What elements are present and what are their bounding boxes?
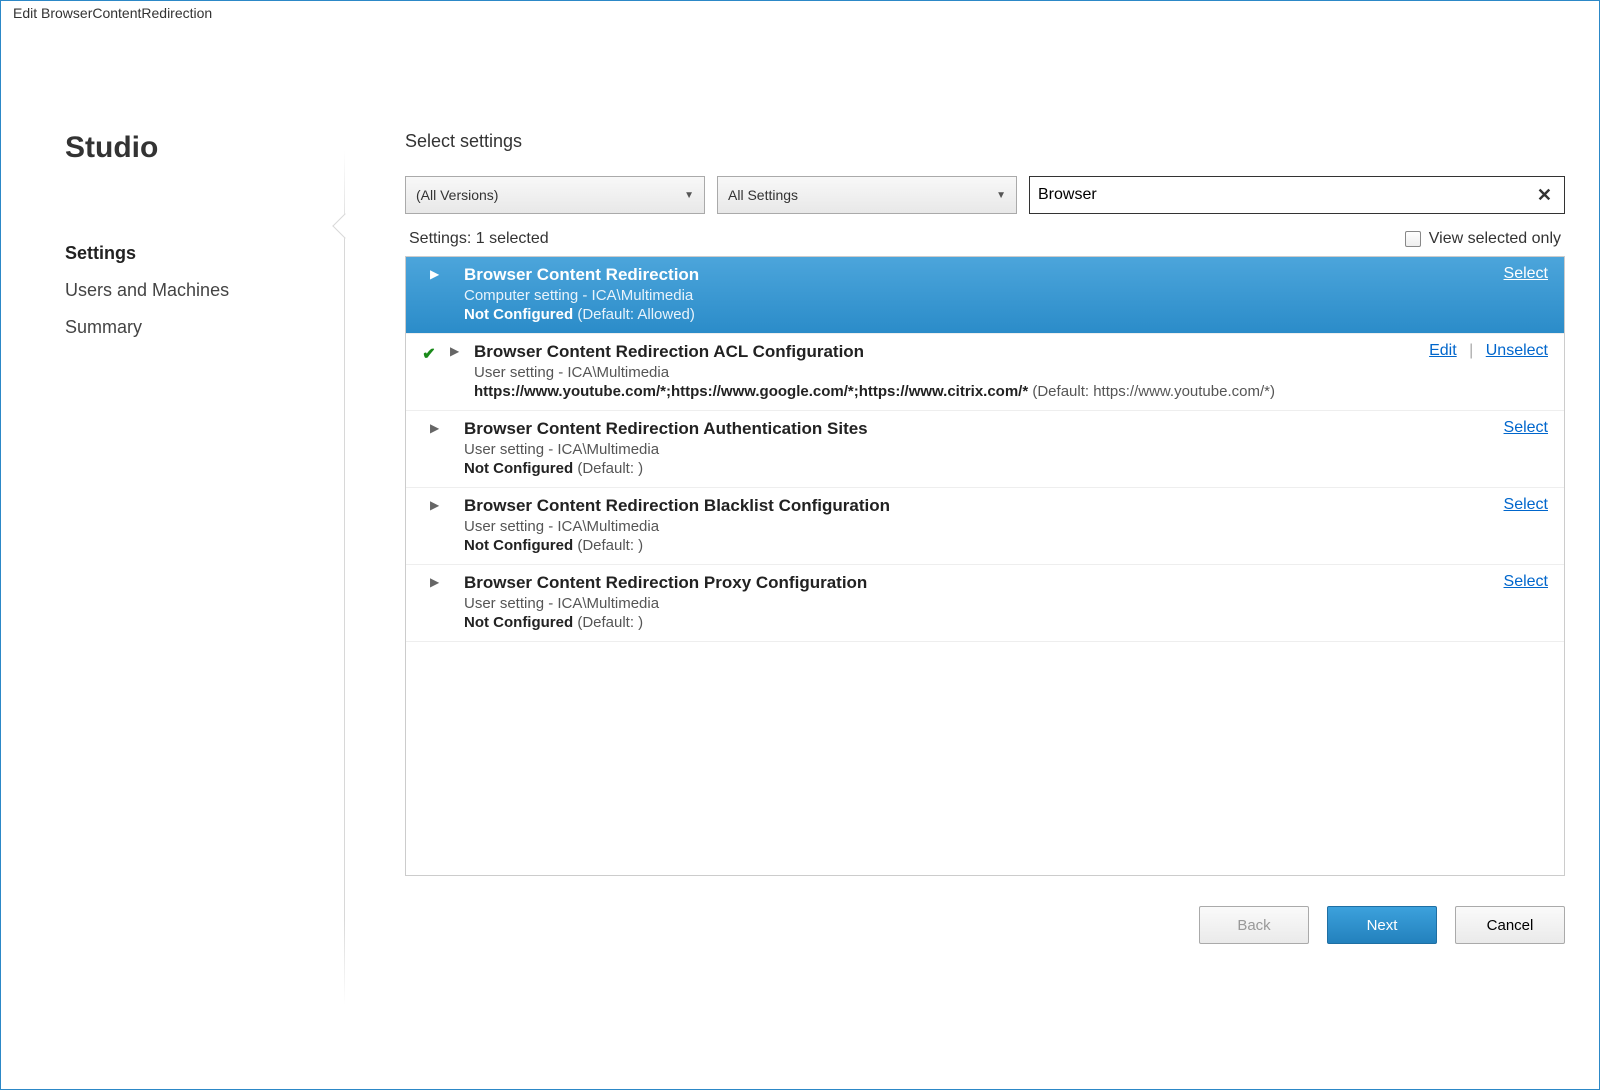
setting-action-edit[interactable]: Edit [1429, 342, 1457, 359]
setting-action-select[interactable]: Select [1504, 496, 1548, 513]
setting-meta: User setting - ICA\Multimedia [474, 364, 1550, 381]
setting-actions: Edit | Unselect [1429, 342, 1548, 360]
setting-status-default: (Default: Allowed) [573, 306, 695, 323]
expand-icon[interactable]: ▶ [430, 575, 444, 589]
setting-status-default: (Default: ) [573, 614, 643, 631]
setting-actions: Select [1504, 573, 1548, 591]
expand-icon[interactable]: ▶ [430, 267, 444, 281]
section-title: Select settings [405, 131, 1565, 152]
setting-status-value: Not Configured [464, 306, 573, 323]
setting-body: Browser Content Redirection Computer set… [464, 265, 1550, 323]
status-row: Settings: 1 selected View selected only [405, 230, 1565, 248]
scope-dropdown-label: All Settings [728, 187, 798, 203]
setting-status: Not Configured (Default: ) [464, 460, 1550, 477]
brand-title: Studio [65, 131, 345, 165]
next-button[interactable]: Next [1327, 906, 1437, 944]
expand-icon[interactable]: ▶ [450, 344, 464, 358]
dialog-window: Edit BrowserContentRedirection Studio Se… [0, 0, 1600, 1090]
sidebar-item-users-machines[interactable]: Users and Machines [65, 272, 345, 309]
setting-title: Browser Content Redirection [464, 265, 1550, 285]
settings-count-label: Settings: [409, 230, 471, 247]
settings-count: Settings: 1 selected [409, 230, 549, 248]
setting-status: Not Configured (Default: ) [464, 614, 1550, 631]
expand-icon[interactable]: ▶ [430, 498, 444, 512]
view-selected-only-toggle[interactable]: View selected only [1405, 230, 1561, 248]
sidebar-item-summary[interactable]: Summary [65, 309, 345, 346]
back-button[interactable]: Back [1199, 906, 1309, 944]
search-input[interactable] [1038, 186, 1533, 204]
setting-row[interactable]: ▶ Browser Content Redirection Proxy Conf… [406, 565, 1564, 642]
content-area: Studio Settings Users and Machines Summa… [1, 31, 1599, 1089]
button-row: Back Next Cancel [405, 876, 1565, 944]
sidebar-item-settings[interactable]: Settings [65, 235, 345, 272]
checkbox-icon [1405, 231, 1421, 247]
chevron-down-icon: ▼ [996, 190, 1006, 201]
sidebar: Studio Settings Users and Machines Summa… [25, 31, 345, 1065]
setting-title: Browser Content Redirection Proxy Config… [464, 573, 1550, 593]
setting-status-value: https://www.youtube.com/*;https://www.go… [474, 383, 1028, 400]
sidebar-divider [344, 151, 345, 1005]
setting-status-default: (Default: ) [573, 460, 643, 477]
setting-status-value: Not Configured [464, 537, 573, 554]
setting-row[interactable]: ▶ Browser Content Redirection Authentica… [406, 411, 1564, 488]
setting-body: Browser Content Redirection Authenticati… [464, 419, 1550, 477]
setting-action-select[interactable]: Select [1504, 419, 1548, 436]
setting-actions: Select [1504, 496, 1548, 514]
setting-meta: User setting - ICA\Multimedia [464, 441, 1550, 458]
setting-status: Not Configured (Default: Allowed) [464, 306, 1550, 323]
setting-title: Browser Content Redirection ACL Configur… [474, 342, 1550, 362]
setting-status-value: Not Configured [464, 614, 573, 631]
setting-row[interactable]: ▶ Browser Content Redirection Blacklist … [406, 488, 1564, 565]
clear-search-icon[interactable]: ✕ [1533, 185, 1556, 206]
setting-action-unselect[interactable]: Unselect [1486, 342, 1548, 359]
setting-action-select[interactable]: Select [1504, 573, 1548, 590]
setting-title: Browser Content Redirection Blacklist Co… [464, 496, 1550, 516]
main-panel: Select settings (All Versions) ▼ All Set… [345, 31, 1575, 1065]
setting-action-select[interactable]: Select [1504, 265, 1548, 283]
setting-body: Browser Content Redirection Proxy Config… [464, 573, 1550, 631]
settings-list[interactable]: ▶ Browser Content Redirection Computer s… [405, 256, 1565, 876]
search-box[interactable]: ✕ [1029, 176, 1565, 214]
settings-count-value: 1 selected [476, 230, 549, 247]
setting-status-default: (Default: https://www.youtube.com/*) [1028, 383, 1275, 400]
setting-status-default: (Default: ) [573, 537, 643, 554]
filter-row: (All Versions) ▼ All Settings ▼ ✕ [405, 176, 1565, 214]
setting-body: Browser Content Redirection ACL Configur… [474, 342, 1550, 400]
setting-meta: User setting - ICA\Multimedia [464, 595, 1550, 612]
expand-icon[interactable]: ▶ [430, 421, 444, 435]
setting-body: Browser Content Redirection Blacklist Co… [464, 496, 1550, 554]
setting-meta: User setting - ICA\Multimedia [464, 518, 1550, 535]
setting-row[interactable]: ▶ Browser Content Redirection Computer s… [406, 257, 1564, 334]
cancel-button[interactable]: Cancel [1455, 906, 1565, 944]
action-separator: | [1469, 342, 1473, 359]
version-dropdown[interactable]: (All Versions) ▼ [405, 176, 705, 214]
chevron-down-icon: ▼ [684, 190, 694, 201]
window-title: Edit BrowserContentRedirection [1, 1, 1599, 31]
setting-status: https://www.youtube.com/*;https://www.go… [474, 383, 1550, 400]
setting-row[interactable]: ✔ ▶ Browser Content Redirection ACL Conf… [406, 334, 1564, 411]
setting-status: Not Configured (Default: ) [464, 537, 1550, 554]
setting-meta: Computer setting - ICA\Multimedia [464, 287, 1550, 304]
view-selected-only-label: View selected only [1429, 230, 1561, 248]
version-dropdown-label: (All Versions) [416, 187, 498, 203]
setting-status-value: Not Configured [464, 460, 573, 477]
setting-actions: Select [1504, 419, 1548, 437]
check-icon: ✔ [420, 344, 438, 364]
scope-dropdown[interactable]: All Settings ▼ [717, 176, 1017, 214]
setting-title: Browser Content Redirection Authenticati… [464, 419, 1550, 439]
